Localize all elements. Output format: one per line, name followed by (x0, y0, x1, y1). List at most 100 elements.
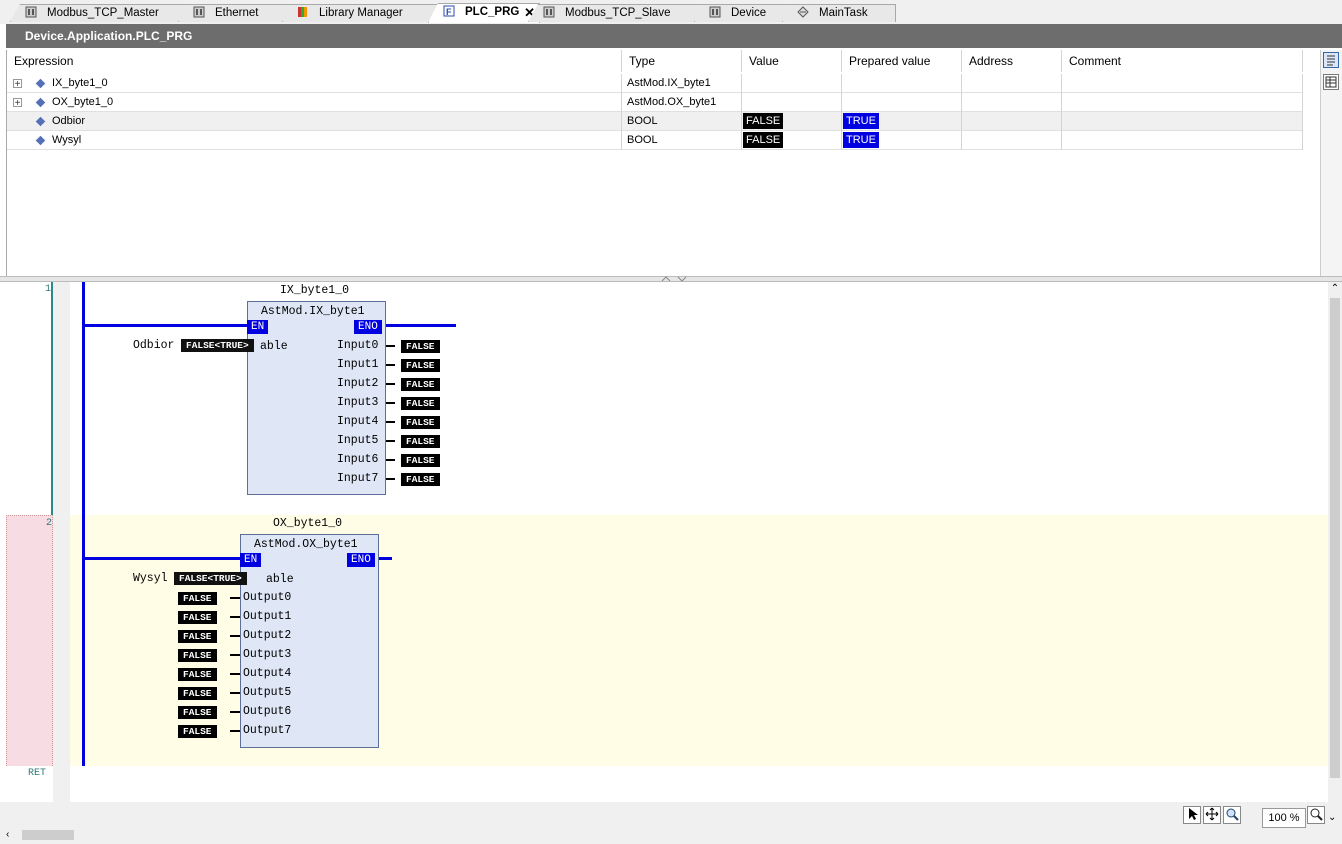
horizontal-scrollbar[interactable]: ‹ (6, 828, 1328, 842)
pin-label: Output2 (243, 629, 292, 642)
value-badge[interactable]: FALSE (178, 649, 217, 662)
pin-label: Input7 (337, 472, 379, 485)
value-badge: FALSE (743, 132, 784, 148)
address-cell (962, 74, 1062, 93)
expression-cell: Odbior (52, 112, 622, 131)
instance-name[interactable]: OX_byte1_0 (273, 517, 342, 530)
table-view-icon[interactable] (1323, 74, 1339, 90)
tab-modbus-tcp-master[interactable]: Modbus_TCP_Master (10, 4, 190, 22)
value-badge[interactable]: FALSE (178, 725, 217, 738)
output-wire (386, 440, 395, 442)
input-wire (230, 692, 240, 694)
input-variable[interactable]: Odbior (133, 339, 174, 352)
ret-label: RET (28, 768, 47, 779)
network-1-gutter[interactable]: 1 (6, 282, 51, 515)
list-view-icon[interactable] (1323, 52, 1339, 68)
prepared-value-cell[interactable]: TRUE (842, 131, 962, 150)
network-2-margin (53, 515, 70, 766)
expand-icon[interactable]: + (13, 98, 22, 109)
table-row[interactable]: Odbior BOOL FALSE TRUE (7, 112, 1303, 131)
network-2-gutter[interactable]: 2 (6, 515, 53, 768)
tab-maintask[interactable]: MainTask (782, 4, 896, 22)
value-badge[interactable]: FALSE (401, 473, 440, 486)
value-badge[interactable]: FALSE (178, 687, 217, 700)
column-header-value[interactable]: Value (742, 50, 842, 72)
value-badge[interactable]: FALSE (401, 454, 440, 467)
value-badge[interactable]: FALSE (178, 611, 217, 624)
tab-plc-prg[interactable]: F PLC_PRG ✕ (428, 3, 540, 23)
scrollbar-thumb[interactable] (1330, 298, 1340, 778)
value-cell (742, 93, 842, 112)
eno-wire (379, 557, 392, 560)
value-badge: FALSE (743, 113, 784, 129)
column-header-prepared-value[interactable]: Prepared value (842, 50, 962, 72)
tab-library-manager[interactable]: Library Manager (282, 4, 440, 22)
pin-label: Output1 (243, 610, 292, 623)
tab-modbus-tcp-slave[interactable]: Modbus_TCP_Slave (528, 4, 706, 22)
value-cell: FALSE (742, 112, 842, 131)
device-icon (543, 6, 555, 18)
table-row[interactable]: + OX_byte1_0 AstMod.OX_byte1 (7, 93, 1303, 112)
prepared-value-cell[interactable] (842, 74, 962, 93)
pin-label: Output0 (243, 591, 292, 604)
variable-icon (35, 116, 46, 127)
scrollbar-thumb[interactable] (22, 830, 74, 840)
prepared-value-badge[interactable]: TRUE (843, 113, 879, 129)
column-header-type[interactable]: Type (622, 50, 742, 72)
zoom-level-field[interactable]: 100 % (1262, 808, 1306, 828)
tab-device[interactable]: Device (694, 4, 794, 22)
expand-icon[interactable]: + (13, 79, 22, 90)
tab-ethernet[interactable]: Ethernet (178, 4, 294, 22)
value-badge[interactable]: FALSE (178, 668, 217, 681)
value-badge[interactable]: FALSE (178, 630, 217, 643)
prepared-value-cell[interactable]: TRUE (842, 112, 962, 131)
pin-label: Output4 (243, 667, 292, 680)
pin-label: Input6 (337, 453, 379, 466)
value-badge[interactable]: FALSE (401, 397, 440, 410)
device-icon (25, 6, 37, 18)
input-variable[interactable]: Wysyl (133, 572, 168, 585)
address-cell (962, 112, 1062, 131)
pan-tool-icon[interactable] (1203, 806, 1221, 824)
value-badge[interactable]: FALSE (178, 706, 217, 719)
scroll-down-icon[interactable]: ⌄ (1328, 812, 1336, 823)
eno-pin: ENO (354, 320, 382, 334)
block-type-label: AstMod.IX_byte1 (261, 305, 365, 318)
scroll-left-icon[interactable]: ‹ (6, 828, 18, 842)
value-badge[interactable]: FALSE (401, 359, 440, 372)
pin-label: Input1 (337, 358, 379, 371)
pin-label: Output6 (243, 705, 292, 718)
zoom-options-icon[interactable] (1307, 806, 1325, 824)
vertical-scrollbar[interactable]: ⌃ (1328, 282, 1342, 827)
svg-text:F: F (446, 7, 452, 17)
zoom-tool-icon[interactable] (1223, 806, 1241, 824)
prepared-value-cell[interactable] (842, 93, 962, 112)
fbd-editor[interactable]: 1 2 IX_byte1_0 AstMod.IX_byte1 able EN E… (6, 282, 1328, 802)
task-icon (797, 6, 809, 18)
instance-name[interactable]: IX_byte1_0 (280, 284, 349, 297)
value-badge[interactable]: FALSE (401, 340, 440, 353)
type-cell: AstMod.OX_byte1 (622, 93, 742, 112)
comment-cell (1062, 93, 1303, 112)
pin-label: Input3 (337, 396, 379, 409)
input-wire (230, 635, 240, 637)
prepared-value-badge[interactable]: TRUE (843, 132, 879, 148)
column-header-address[interactable]: Address (962, 50, 1062, 72)
pointer-tool-icon[interactable] (1183, 806, 1201, 824)
prepared-value-badge[interactable]: FALSE<TRUE> (174, 572, 247, 585)
table-row[interactable]: + IX_byte1_0 AstMod.IX_byte1 (7, 74, 1303, 93)
watch-side-toolbar (1320, 50, 1342, 276)
en-pin: EN (247, 320, 269, 334)
column-header-expression[interactable]: Expression (7, 50, 622, 72)
pin-label: Output7 (243, 724, 292, 737)
value-badge[interactable]: FALSE (401, 435, 440, 448)
eno-wire (386, 324, 456, 327)
table-row[interactable]: Wysyl BOOL FALSE TRUE (7, 131, 1303, 150)
pin-label: Output3 (243, 648, 292, 661)
scroll-up-icon[interactable]: ⌃ (1328, 282, 1342, 296)
prepared-value-badge[interactable]: FALSE<TRUE> (181, 339, 254, 352)
column-header-comment[interactable]: Comment (1062, 50, 1303, 72)
value-badge[interactable]: FALSE (178, 592, 217, 605)
value-badge[interactable]: FALSE (401, 378, 440, 391)
value-badge[interactable]: FALSE (401, 416, 440, 429)
